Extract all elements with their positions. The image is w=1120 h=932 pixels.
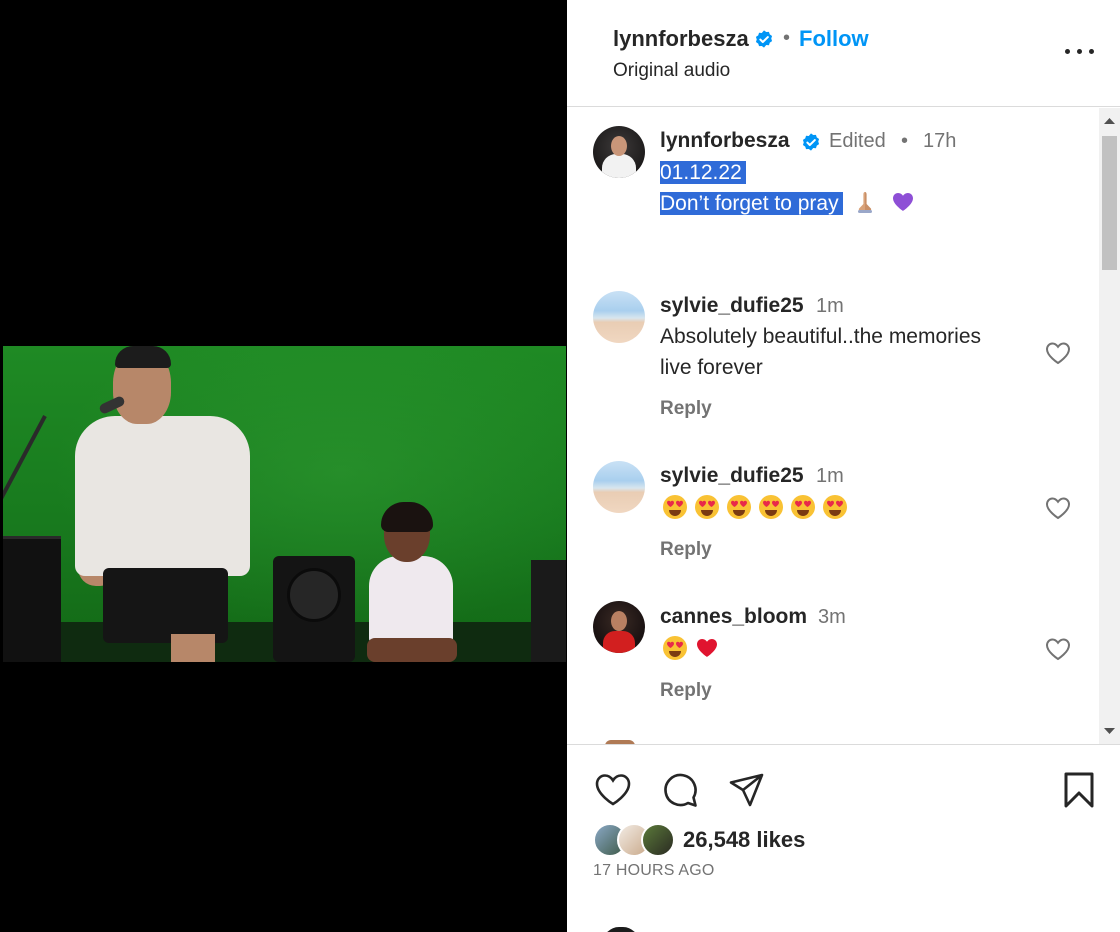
- scroll-down-arrow-icon[interactable]: [1099, 720, 1120, 742]
- heart-eyes-emoji: [791, 495, 815, 519]
- heart-eyes-emoji: [759, 495, 783, 519]
- post-username[interactable]: lynnforbesza: [613, 26, 749, 52]
- original-audio-link[interactable]: Original audio: [613, 60, 730, 82]
- heart-eyes-emoji: [823, 495, 847, 519]
- caption-time[interactable]: 17h: [923, 130, 956, 153]
- caption-text: 01.12.22 Don’t forget to pray: [660, 157, 922, 219]
- likes-count[interactable]: 26,548 likes: [683, 827, 805, 853]
- comment-text: Absolutely beautiful..the memories live …: [660, 321, 981, 383]
- comment-username[interactable]: cannes_bloom: [660, 605, 807, 629]
- like-heart-icon[interactable]: [593, 770, 633, 810]
- amplifier: [3, 536, 61, 662]
- video-frame[interactable]: [3, 346, 566, 662]
- avatar[interactable]: [593, 461, 645, 513]
- performer-shorts: [103, 568, 228, 643]
- post-details-panel: lynnforbesza • Follow Original audio lyn…: [567, 0, 1120, 932]
- heart-eyes-emoji: [663, 495, 687, 519]
- scroll-thumb[interactable]: [1102, 136, 1117, 270]
- comments-list[interactable]: lynnforbesza Edited • 17h 01.12.22 Don’t…: [567, 108, 1120, 744]
- comment-text-line: live forever: [660, 356, 763, 379]
- separator-dot: •: [783, 27, 791, 49]
- performer-leg: [171, 634, 215, 662]
- scroll-up-arrow-icon[interactable]: [1099, 110, 1120, 132]
- heart-eyes-emoji: [727, 495, 751, 519]
- praying-hands-emoji: [858, 192, 873, 213]
- verified-badge-icon: [755, 30, 773, 48]
- performer-shirt: [75, 416, 250, 576]
- child-legs: [367, 638, 457, 662]
- comment-time: 1m: [816, 465, 844, 487]
- more-options-icon[interactable]: [1063, 36, 1097, 66]
- post-media[interactable]: [0, 0, 567, 932]
- child-body: [369, 556, 453, 646]
- reply-button[interactable]: Reply: [660, 539, 712, 561]
- comment-like-heart-icon[interactable]: [1044, 340, 1072, 366]
- caption-username[interactable]: lynnforbesza: [660, 129, 790, 153]
- red-heart-emoji: [697, 639, 717, 657]
- heart-eyes-emoji: [663, 636, 687, 660]
- comment-like-heart-icon[interactable]: [1044, 636, 1072, 662]
- comment-time: 1m: [816, 295, 844, 317]
- comment-emoji-row: [662, 634, 726, 665]
- avatar[interactable]: [593, 126, 645, 178]
- save-bookmark-icon[interactable]: [1059, 770, 1099, 810]
- reply-button[interactable]: Reply: [660, 398, 712, 420]
- avatar: [603, 927, 639, 932]
- comments-scrollbar[interactable]: [1099, 108, 1120, 744]
- comment-icon[interactable]: [660, 770, 700, 810]
- comment-username[interactable]: sylvie_dufie25: [660, 464, 804, 488]
- avatar[interactable]: [593, 601, 645, 653]
- avatar[interactable]: [593, 291, 645, 343]
- comment-time: 3m: [818, 606, 846, 628]
- avatar: [641, 823, 675, 857]
- performer-hair: [115, 346, 171, 368]
- caption-line-1: 01.12.22: [660, 161, 746, 184]
- reply-button[interactable]: Reply: [660, 680, 712, 702]
- share-icon[interactable]: [727, 770, 767, 810]
- post-actions: 26,548 likes 17 HOURS AGO: [567, 744, 1120, 932]
- monitor-stand: [531, 560, 566, 662]
- verified-badge-icon: [802, 133, 820, 151]
- heart-eyes-emoji: [695, 495, 719, 519]
- post-header: lynnforbesza • Follow Original audio: [567, 0, 1120, 107]
- speaker: [273, 556, 355, 662]
- comment-text-line: Absolutely beautiful..the memories: [660, 325, 981, 348]
- caption-line-2: Don’t forget to pray: [660, 192, 843, 215]
- comment-like-heart-icon[interactable]: [1044, 495, 1072, 521]
- comment-username[interactable]: sylvie_dufie25: [660, 294, 804, 318]
- separator-dot: •: [901, 130, 909, 152]
- post-timestamp: 17 HOURS AGO: [593, 862, 715, 879]
- edited-label: Edited: [829, 130, 886, 152]
- liked-by-avatars[interactable]: [593, 823, 681, 857]
- comment-emoji-row: [662, 493, 854, 524]
- follow-button[interactable]: Follow: [799, 26, 869, 52]
- purple-heart-emoji: [893, 193, 914, 211]
